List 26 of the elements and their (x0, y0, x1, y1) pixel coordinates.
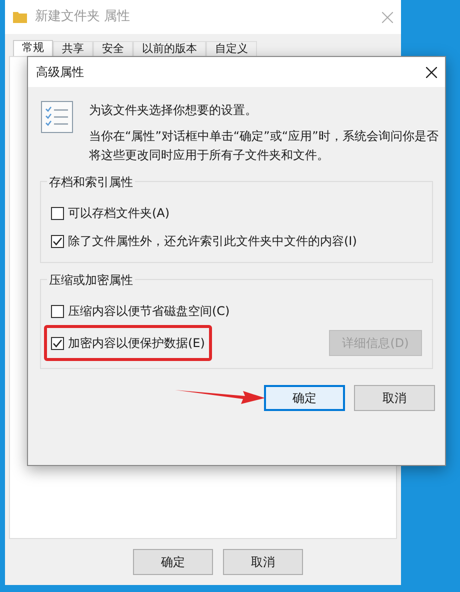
tab[interactable]: 自定义 (206, 41, 257, 56)
intro-text: 为该文件夹选择你想要的设置。 (89, 102, 258, 119)
folder-icon (13, 11, 27, 23)
dialog-button[interactable]: 确定 (264, 385, 345, 411)
tab[interactable]: 以前的版本 (133, 41, 206, 56)
tab[interactable]: 安全 (93, 41, 133, 56)
checkbox-label[interactable]: 加密内容以便保护数据(E) (68, 334, 205, 352)
close-icon[interactable] (426, 66, 437, 78)
window-title: 新建文件夹 属性 (35, 8, 130, 26)
checkbox[interactable] (51, 336, 64, 350)
checklist-icon (41, 101, 73, 133)
checkbox[interactable] (51, 206, 64, 220)
dialog-button[interactable]: 确定 (133, 549, 213, 575)
note-text: 当你在“属性”对话框中单击“确定”或“应用”时，系统会询问你是否将这些更改同时应用于所有子文件夹和文件。 (89, 128, 440, 164)
checkbox-label[interactable]: 压缩内容以便节省磁盘空间(C) (68, 302, 230, 320)
checkbox[interactable] (51, 234, 64, 248)
dialog-button[interactable]: 取消 (354, 385, 435, 411)
group-title: 压缩或加密属性 (47, 271, 135, 289)
tab[interactable]: 共享 (53, 41, 93, 56)
dialog-button[interactable]: 取消 (223, 549, 303, 575)
tab[interactable]: 常规 (13, 40, 53, 56)
group-title: 存档和索引属性 (47, 173, 135, 191)
checkbox-label[interactable]: 可以存档文件夹(A) (68, 204, 170, 222)
checkbox[interactable] (51, 304, 64, 318)
dialog-title: 高级属性 (36, 64, 84, 81)
checkbox-label[interactable]: 除了文件属性外，还允许索引此文件夹中文件的内容(I) (68, 232, 357, 250)
